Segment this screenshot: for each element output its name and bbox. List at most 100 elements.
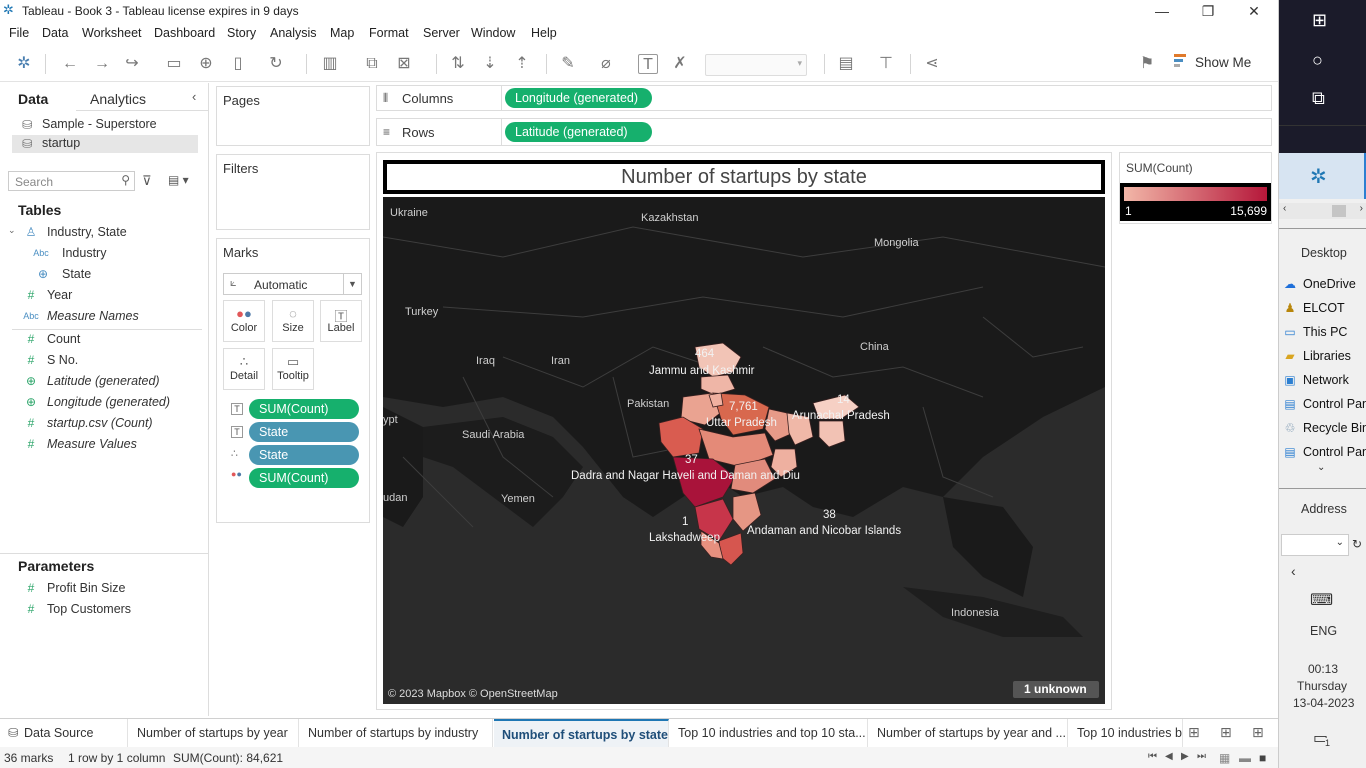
field-longitude[interactable]: ⊕ Longitude (generated)	[0, 393, 205, 413]
menu-file[interactable]: File	[9, 26, 29, 40]
tab-sheet-top10-industries[interactable]: Top 10 industries b	[1069, 719, 1183, 747]
sort-ascending-icon[interactable]: ⇣	[480, 54, 500, 74]
state-name-uttar-pradesh[interactable]: Uttar Pradesh	[706, 417, 777, 429]
menu-data[interactable]: Data	[42, 26, 68, 40]
menu-analysis[interactable]: Analysis	[270, 26, 317, 40]
clock-day[interactable]: Thursday	[1297, 679, 1347, 693]
restore-button[interactable]: ❐	[1185, 0, 1231, 22]
first-sheet-icon[interactable]: ⏮	[1148, 751, 1157, 762]
grid-view-icon[interactable]: ▦	[1219, 751, 1230, 765]
tab-analytics[interactable]: Analytics	[90, 91, 146, 107]
tab-data[interactable]: Data	[18, 91, 48, 107]
tab-sheet-year[interactable]: Number of startups by year	[129, 719, 299, 747]
state-value-jammu-kashmir[interactable]: 464	[695, 348, 714, 360]
clock-time[interactable]: 00:13	[1308, 662, 1338, 676]
clock-date[interactable]: 13-04-2023	[1293, 696, 1354, 710]
columns-pill-longitude[interactable]: Longitude (generated)	[505, 88, 652, 108]
pages-card[interactable]: Pages	[216, 86, 370, 146]
rows-pill-latitude[interactable]: Latitude (generated)	[505, 122, 652, 142]
marks-pill-sum-count-color[interactable]: SUM(Count)	[249, 468, 359, 488]
group-members-icon[interactable]: ⌀	[596, 54, 616, 74]
pause-updates-icon[interactable]: ▯	[228, 54, 248, 74]
state-value-dadra[interactable]: 37	[685, 454, 698, 466]
state-value-lakshadweep[interactable]: 1	[682, 516, 688, 528]
format-workbook-icon[interactable]: ⚑	[1137, 54, 1157, 74]
filters-card[interactable]: Filters	[216, 154, 370, 230]
unknown-indicator[interactable]: 1 unknown	[1024, 682, 1087, 696]
show-cards-icon[interactable]: ▤	[836, 54, 856, 74]
map-canvas[interactable]: Ukraine Kazakhstan Mongolia Turkey Iraq …	[383, 197, 1105, 704]
undo-icon[interactable]: ←	[60, 54, 80, 74]
next-sheet-icon[interactable]: ▶	[1181, 751, 1189, 762]
collapse-pane-icon[interactable]: ‹	[192, 89, 196, 104]
show-me-button[interactable]: Show Me	[1195, 55, 1251, 70]
menu-map[interactable]: Map	[330, 26, 354, 40]
chevron-left-icon[interactable]: ‹	[1291, 563, 1296, 579]
label-button[interactable]: 🅃 Label	[320, 300, 362, 342]
state-value-uttar-pradesh[interactable]: 7,761	[729, 401, 758, 413]
state-value-arunachal[interactable]: 14	[837, 394, 850, 406]
menu-format[interactable]: Format	[369, 26, 409, 40]
tab-sheet-top10-industry-state[interactable]: Top 10 industries and top 10 sta...	[670, 719, 868, 747]
color-button[interactable]: ●● Color	[223, 300, 265, 342]
field-latitude[interactable]: ⊕ Latitude (generated)	[0, 372, 205, 392]
size-button[interactable]: ◌ Size	[272, 300, 314, 342]
rows-shelf[interactable]: ≡ Rows Latitude (generated)	[376, 118, 1272, 146]
tab-data-source[interactable]: ⛁ Data Source	[0, 719, 128, 747]
search-box[interactable]: Search ⚲	[8, 171, 135, 191]
columns-shelf[interactable]: ⫴ Columns Longitude (generated)	[376, 85, 1272, 111]
detail-button[interactable]: ∴ Detail	[223, 348, 265, 390]
redo-icon[interactable]: →	[92, 54, 112, 74]
field-s-no[interactable]: # S No.	[0, 351, 205, 371]
state-name-dadra[interactable]: Dadra and Nagar Haveli and Daman and Diu	[571, 470, 800, 482]
highlight-icon[interactable]: ✎	[558, 54, 578, 74]
fix-axes-icon[interactable]: ✗	[670, 54, 690, 74]
horizontal-scrollbar[interactable]: ‹ ›	[1279, 203, 1366, 219]
menu-window[interactable]: Window	[471, 26, 515, 40]
desktop-item-onedrive[interactable]: ☁ OneDrive	[1281, 277, 1366, 299]
parameter-profit-bin-size[interactable]: # Profit Bin Size	[0, 579, 205, 599]
fit-dropdown[interactable]: ▾	[705, 54, 807, 76]
address-input[interactable]: ⌄	[1281, 534, 1349, 556]
field-count[interactable]: # Count	[0, 330, 205, 350]
state-name-arunachal[interactable]: Arunachal Pradesh	[792, 410, 890, 422]
field-measure-names[interactable]: Abc Measure Names	[0, 307, 205, 327]
map-attribution[interactable]: © 2023 Mapbox © OpenStreetMap	[388, 688, 558, 700]
new-dashboard-icon[interactable]: ⊞	[1220, 724, 1232, 741]
state-value-andaman[interactable]: 38	[823, 509, 836, 521]
menu-story[interactable]: Story	[227, 26, 256, 40]
field-industry-state[interactable]: ⌄ ♙ Industry, State	[0, 223, 205, 243]
sort-descending-icon[interactable]: ⇡	[512, 54, 532, 74]
replay-icon[interactable]: ↪	[122, 54, 142, 74]
parameter-top-customers[interactable]: # Top Customers	[0, 600, 205, 620]
clear-sheet-icon[interactable]: ⊠	[394, 54, 414, 74]
field-startup-count[interactable]: # startup.csv (Count)	[0, 414, 205, 434]
field-state[interactable]: ⊕ State	[0, 265, 205, 285]
field-year[interactable]: # Year	[0, 286, 205, 306]
close-button[interactable]: ✕	[1231, 0, 1277, 22]
new-worksheet-icon[interactable]: ▥	[320, 54, 340, 74]
tooltip-button[interactable]: ▭ Tooltip	[272, 348, 314, 390]
desktop-item-this-pc[interactable]: ▭ This PC	[1281, 325, 1366, 347]
desktop-item-network[interactable]: ▣ Network	[1281, 373, 1366, 395]
touch-keyboard-icon[interactable]: ⌨	[1310, 590, 1333, 610]
language-indicator[interactable]: ENG	[1310, 624, 1337, 638]
refresh-icon[interactable]: ↻	[1352, 537, 1362, 551]
desktop-item-elcot[interactable]: ♟ ELCOT	[1281, 301, 1366, 323]
state-name-jammu-kashmir[interactable]: Jammu and Kashmir	[649, 365, 754, 377]
scroll-thumb[interactable]	[1332, 205, 1346, 217]
swap-rows-columns-icon[interactable]: ⇅	[448, 54, 468, 74]
minimize-button[interactable]: —	[1139, 0, 1185, 22]
save-icon[interactable]: ▭	[164, 54, 184, 74]
tableau-home-icon[interactable]: ✲	[14, 54, 34, 74]
windows-start-icon[interactable]: ⊞	[1312, 10, 1327, 31]
tab-sheet-year-and[interactable]: Number of startups by year and ...	[869, 719, 1068, 747]
new-worksheet-icon[interactable]: ⊞	[1188, 724, 1200, 741]
desktop-item-control-panel[interactable]: ▤Control Panel	[1281, 397, 1366, 419]
menu-worksheet[interactable]: Worksheet	[82, 26, 142, 40]
state-name-lakshadweep[interactable]: Lakshadweep	[649, 532, 720, 544]
last-sheet-icon[interactable]: ⏭	[1197, 751, 1206, 762]
marks-pill-state-label[interactable]: State	[249, 422, 359, 442]
new-story-icon[interactable]: ⊞	[1252, 724, 1264, 741]
search-input[interactable]: Search	[15, 175, 53, 189]
